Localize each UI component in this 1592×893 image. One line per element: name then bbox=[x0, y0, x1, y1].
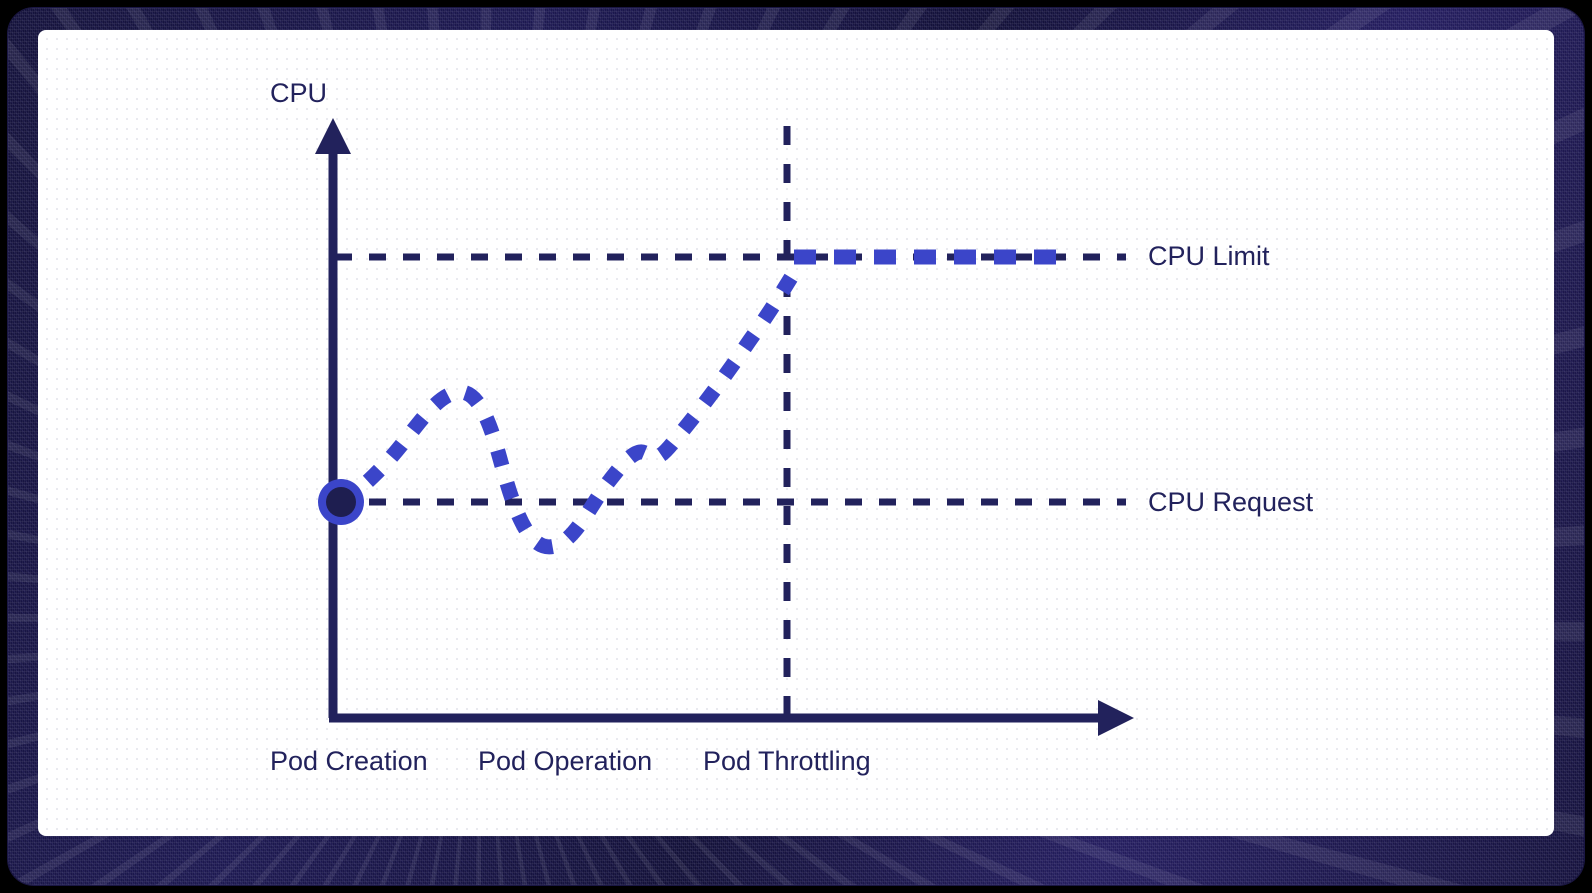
pod-start-marker[interactable] bbox=[318, 479, 364, 525]
phase-label-pod-throttling: Pod Throttling bbox=[703, 746, 871, 776]
cpu-axis-arrow bbox=[315, 118, 351, 154]
cpu-limit-label: CPU Limit bbox=[1148, 241, 1270, 271]
pod-start-marker-core bbox=[326, 487, 356, 517]
cpu-request-label: CPU Request bbox=[1148, 487, 1314, 517]
time-axis bbox=[329, 700, 1134, 736]
cpu-throttling-diagram: CPU CPU Limit CPU Request Pod Creation P… bbox=[270, 78, 1314, 776]
cpu-axis bbox=[315, 118, 351, 718]
diagram-frame: CPU CPU Limit CPU Request Pod Creation P… bbox=[0, 0, 1592, 893]
cpu-axis-label: CPU bbox=[270, 78, 327, 108]
phase-label-pod-creation: Pod Creation bbox=[270, 746, 428, 776]
time-axis-arrow bbox=[1098, 700, 1134, 736]
phase-label-pod-operation: Pod Operation bbox=[478, 746, 652, 776]
diagram-canvas: CPU CPU Limit CPU Request Pod Creation P… bbox=[38, 30, 1554, 836]
